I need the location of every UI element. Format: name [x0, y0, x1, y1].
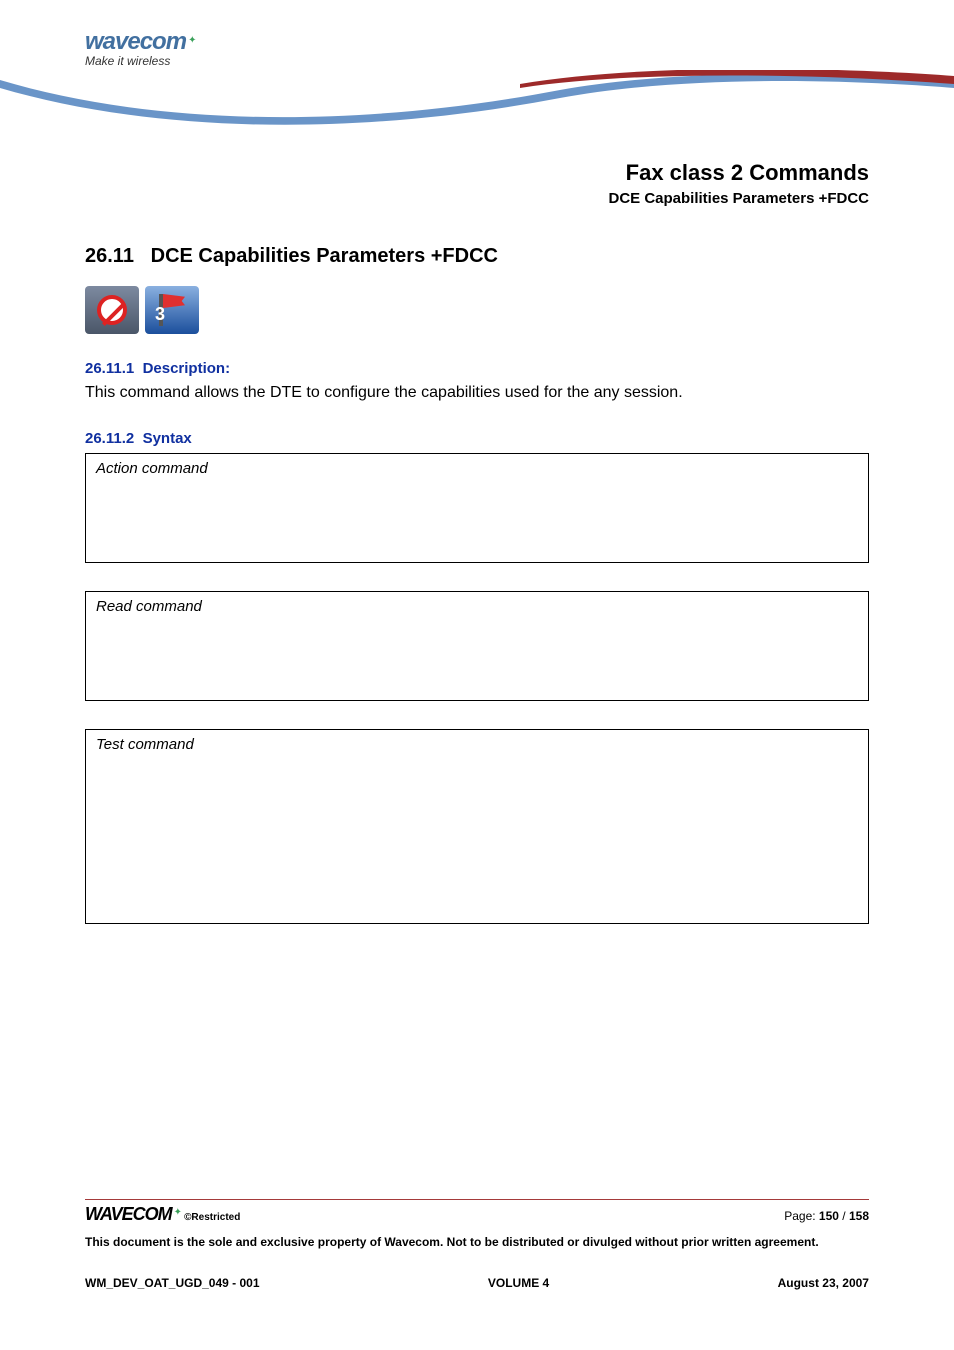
footer-restricted: ©Restricted	[184, 1212, 240, 1223]
footer-rule	[85, 1199, 869, 1200]
brand-mark-icon: ✦	[188, 35, 196, 46]
flag-number: 3	[155, 304, 165, 325]
page-header: wavecom✦ Make it wireless	[0, 0, 954, 140]
doc-id: WM_DEV_OAT_UGD_049 - 001	[85, 1276, 260, 1290]
capability-icons: 3	[85, 286, 869, 334]
read-command-box: Read command	[85, 591, 869, 701]
doc-date: August 23, 2007	[778, 1276, 869, 1290]
description-heading-text: Description:	[143, 360, 231, 377]
brand-wordmark: wavecom	[85, 28, 186, 55]
page-current: 150	[819, 1209, 839, 1223]
flag-icon: 3	[145, 286, 199, 334]
description-body: This command allows the DTE to configure…	[85, 383, 869, 404]
header-swoosh-graphic	[0, 70, 954, 140]
page-footer: WAVECOM✦©Restricted Page: 150 / 158 This…	[85, 1199, 869, 1290]
footer-brand: WAVECOM	[85, 1204, 172, 1224]
section-heading: 26.11 DCE Capabilities Parameters +FDCC	[85, 245, 869, 268]
footer-brand-block: WAVECOM✦©Restricted	[85, 1204, 240, 1225]
brand-logo-block: wavecom✦ Make it wireless	[85, 28, 196, 68]
footer-legal: This document is the sole and exclusive …	[85, 1235, 869, 1250]
page-sep: /	[839, 1209, 849, 1223]
page-total: 158	[849, 1209, 869, 1223]
section-title: DCE Capabilities Parameters +FDCC	[151, 245, 498, 267]
section-number: 26.11	[85, 245, 134, 267]
test-command-box: Test command	[85, 729, 869, 924]
footer-brand-mark-icon: ✦	[174, 1207, 182, 1218]
content-area: 26.11 DCE Capabilities Parameters +FDCC …	[0, 207, 954, 924]
action-command-label: Action command	[96, 460, 858, 477]
page-label: Page:	[784, 1209, 819, 1223]
test-command-label: Test command	[96, 736, 858, 753]
action-command-box: Action command	[85, 453, 869, 563]
running-head: Fax class 2 Commands DCE Capabilities Pa…	[0, 160, 954, 207]
chapter-title: Fax class 2 Commands	[0, 160, 869, 186]
description-heading-num: 26.11.1	[85, 360, 134, 377]
page-number: Page: 150 / 158	[784, 1209, 869, 1223]
syntax-heading: 26.11.2 Syntax	[85, 430, 869, 447]
chapter-subtitle: DCE Capabilities Parameters +FDCC	[0, 190, 869, 207]
no-symbol-icon	[85, 286, 139, 334]
brand-tagline: Make it wireless	[85, 54, 196, 68]
read-command-label: Read command	[96, 598, 858, 615]
volume-label: VOLUME 4	[488, 1276, 549, 1290]
syntax-heading-num: 26.11.2	[85, 430, 134, 447]
syntax-heading-text: Syntax	[143, 430, 192, 447]
description-heading: 26.11.1 Description:	[85, 360, 869, 377]
